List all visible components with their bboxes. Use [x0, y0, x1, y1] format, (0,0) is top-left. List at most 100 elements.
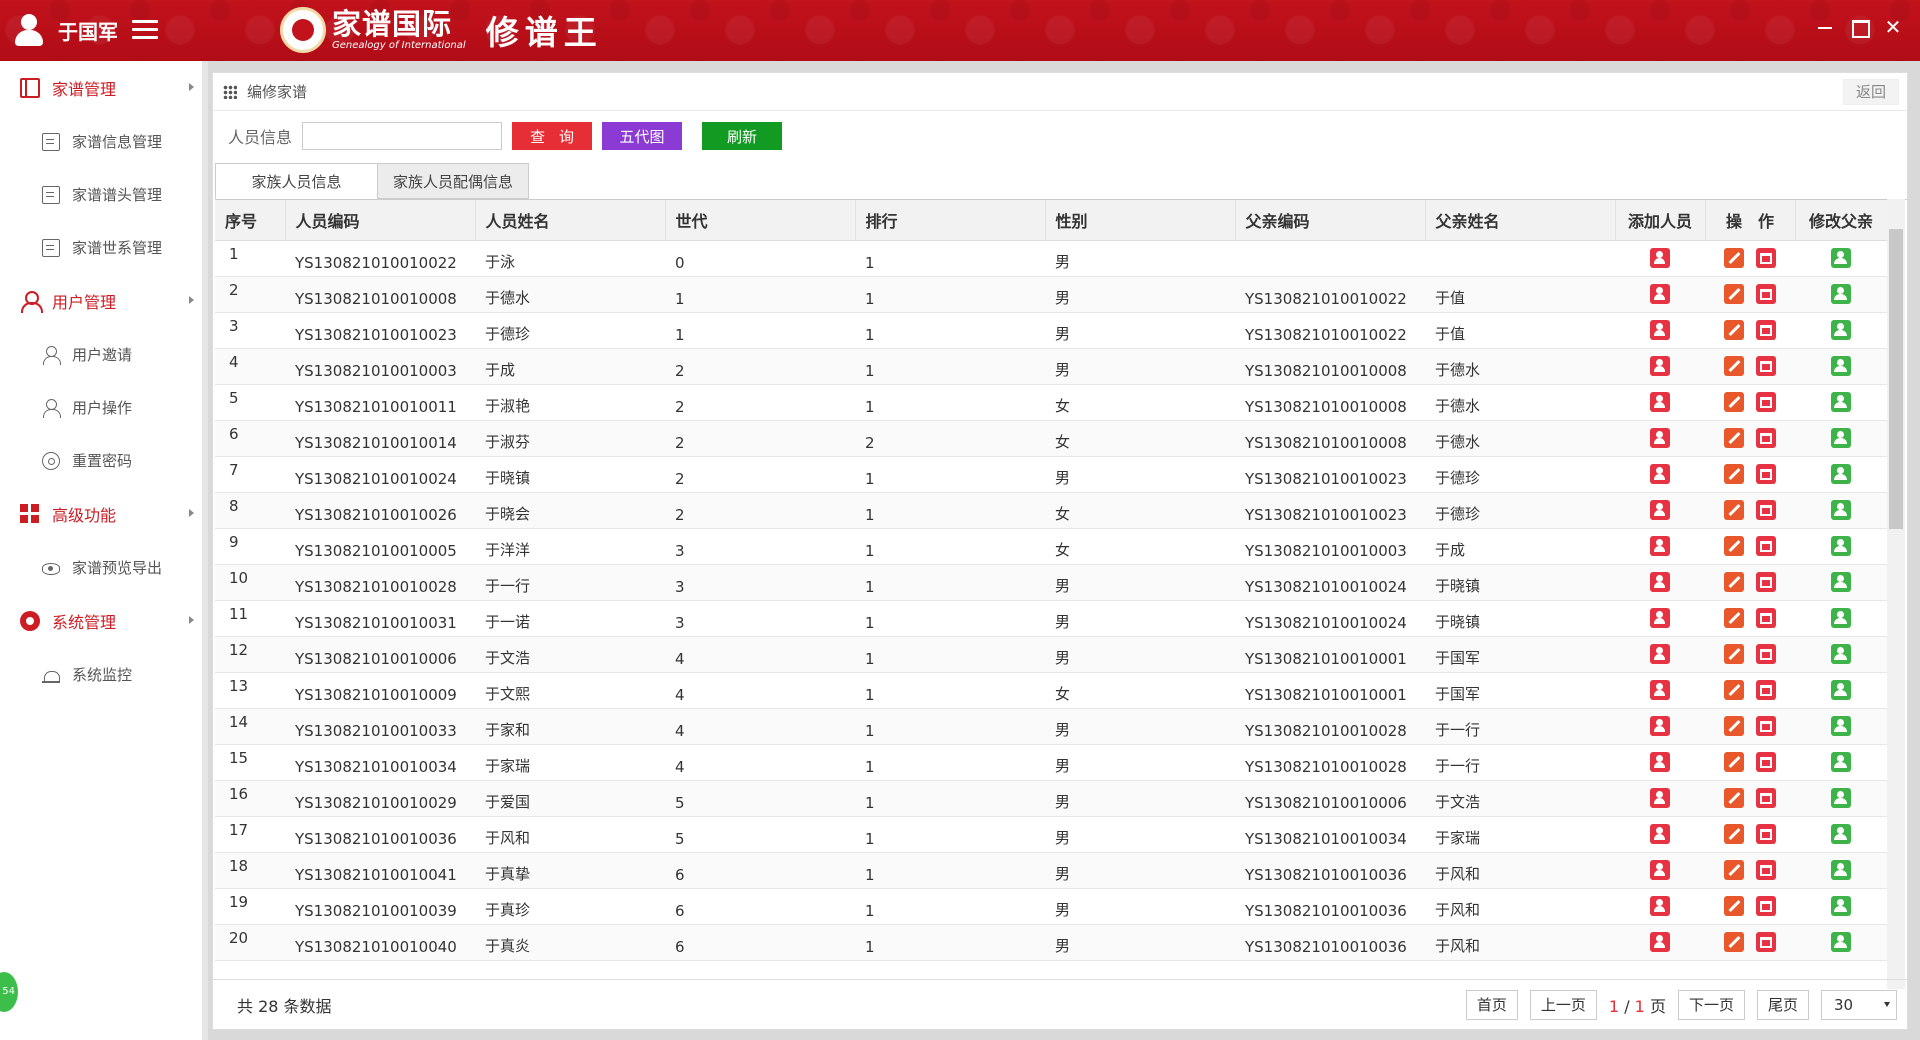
modify-father-icon[interactable] — [1831, 464, 1851, 484]
edit-icon[interactable] — [1724, 356, 1744, 376]
edit-icon[interactable] — [1724, 752, 1744, 772]
table-row[interactable]: 4 YS130821010010003 于成 2 1 男 YS130821010010008… — [215, 348, 1887, 384]
modify-father-icon[interactable] — [1831, 788, 1851, 808]
add-member-icon[interactable] — [1650, 716, 1670, 736]
modify-father-icon[interactable] — [1831, 860, 1851, 880]
edit-icon[interactable] — [1724, 464, 1744, 484]
delete-icon[interactable] — [1756, 428, 1776, 448]
delete-icon[interactable] — [1756, 896, 1776, 916]
add-member-icon[interactable] — [1650, 428, 1670, 448]
sidebar-scrollbar[interactable] — [202, 61, 208, 1040]
edit-icon[interactable] — [1724, 320, 1744, 340]
scrollbar-thumb[interactable] — [1889, 229, 1903, 529]
add-member-icon[interactable] — [1650, 788, 1670, 808]
hamburger-menu-icon[interactable] — [132, 20, 158, 40]
modify-father-icon[interactable] — [1831, 500, 1851, 520]
edit-icon[interactable] — [1724, 716, 1744, 736]
add-member-icon[interactable] — [1650, 356, 1670, 376]
table-row[interactable]: 13 YS130821010010009 于文熙 4 1 女 YS1308210100100… — [215, 672, 1887, 708]
table-row[interactable]: 8 YS130821010010026 于晓会 2 1 女 YS13082101001002… — [215, 492, 1887, 528]
add-member-icon[interactable] — [1650, 320, 1670, 340]
add-member-icon[interactable] — [1650, 644, 1670, 664]
modify-father-icon[interactable] — [1831, 608, 1851, 628]
sidebar-item-user-operation[interactable]: 用户操作 — [0, 381, 202, 434]
modify-father-icon[interactable] — [1831, 680, 1851, 700]
table-row[interactable]: 1 YS130821010010022 于泳 0 1 男 — [215, 240, 1887, 276]
page-size-select[interactable]: 30 — [1821, 989, 1897, 1020]
sidebar-group-system[interactable]: 系统管理 — [0, 594, 202, 648]
sidebar-item-reset-password[interactable]: 重置密码 — [0, 434, 202, 487]
delete-icon[interactable] — [1756, 824, 1776, 844]
add-member-icon[interactable] — [1650, 896, 1670, 916]
add-member-icon[interactable] — [1650, 572, 1670, 592]
table-row[interactable]: 17 YS130821010010036 于风和 5 1 男 YS1308210100100… — [215, 816, 1887, 852]
table-scrollbar[interactable] — [1887, 199, 1905, 989]
edit-icon[interactable] — [1724, 860, 1744, 880]
sidebar-group-users[interactable]: 用户管理 — [0, 274, 202, 328]
table-row[interactable]: 18 YS130821010010041 于真挚 6 1 男 YS1308210100100… — [215, 852, 1887, 888]
five-generation-chart-button[interactable]: 五代图 — [602, 122, 683, 150]
last-page-button[interactable]: 尾页 — [1756, 989, 1809, 1020]
delete-icon[interactable] — [1756, 752, 1776, 772]
edit-icon[interactable] — [1724, 788, 1744, 808]
table-row[interactable]: 5 YS130821010010011 于淑艳 2 1 女 YS13082101001000… — [215, 384, 1887, 420]
table-row[interactable]: 2 YS130821010010008 于德水 1 1 男 YS13082101001002… — [215, 276, 1887, 312]
modify-father-icon[interactable] — [1831, 428, 1851, 448]
add-member-icon[interactable] — [1650, 248, 1670, 268]
edit-icon[interactable] — [1724, 500, 1744, 520]
next-page-button[interactable]: 下一页 — [1677, 989, 1745, 1020]
modify-father-icon[interactable] — [1831, 248, 1851, 268]
delete-icon[interactable] — [1756, 572, 1776, 592]
edit-icon[interactable] — [1724, 536, 1744, 556]
sidebar-item-genealogy-info[interactable]: 家谱信息管理 — [0, 115, 202, 168]
table-row[interactable]: 20 YS130821010010040 于真炎 6 1 男 YS1308210100100… — [215, 924, 1887, 960]
modify-father-icon[interactable] — [1831, 896, 1851, 916]
edit-icon[interactable] — [1724, 824, 1744, 844]
table-row[interactable]: 15 YS130821010010034 于家瑞 4 1 男 YS1308210100100… — [215, 744, 1887, 780]
add-member-icon[interactable] — [1650, 824, 1670, 844]
tab-family-members[interactable]: 家族人员信息 — [215, 163, 378, 199]
add-member-icon[interactable] — [1650, 932, 1670, 952]
modify-father-icon[interactable] — [1831, 932, 1851, 952]
table-row[interactable]: 9 YS130821010010005 于洋洋 3 1 女 YS13082101001000… — [215, 528, 1887, 564]
add-member-icon[interactable] — [1650, 284, 1670, 304]
delete-icon[interactable] — [1756, 500, 1776, 520]
tab-family-spouses[interactable]: 家族人员配偶信息 — [377, 163, 530, 199]
modify-father-icon[interactable] — [1831, 752, 1851, 772]
delete-icon[interactable] — [1756, 248, 1776, 268]
table-row[interactable]: 19 YS130821010010039 于真珍 6 1 男 YS1308210100100… — [215, 888, 1887, 924]
avatar[interactable] — [14, 12, 44, 48]
table-row[interactable]: 6 YS130821010010014 于淑芬 2 2 女 YS13082101001000… — [215, 420, 1887, 456]
edit-icon[interactable] — [1724, 680, 1744, 700]
delete-icon[interactable] — [1756, 536, 1776, 556]
add-member-icon[interactable] — [1650, 500, 1670, 520]
edit-icon[interactable] — [1724, 572, 1744, 592]
modify-father-icon[interactable] — [1831, 284, 1851, 304]
delete-icon[interactable] — [1756, 860, 1776, 880]
delete-icon[interactable] — [1756, 320, 1776, 340]
modify-father-icon[interactable] — [1831, 356, 1851, 376]
modify-father-icon[interactable] — [1831, 392, 1851, 412]
modify-father-icon[interactable] — [1831, 716, 1851, 736]
modify-father-icon[interactable] — [1831, 320, 1851, 340]
sidebar-group-genealogy[interactable]: 家谱管理 — [0, 61, 202, 115]
delete-icon[interactable] — [1756, 608, 1776, 628]
delete-icon[interactable] — [1756, 788, 1776, 808]
edit-icon[interactable] — [1724, 932, 1744, 952]
table-row[interactable]: 7 YS130821010010024 于晓镇 2 1 男 YS13082101001002… — [215, 456, 1887, 492]
query-button[interactable]: 查询 — [512, 122, 593, 150]
minimize-icon[interactable] — [1816, 18, 1834, 36]
delete-icon[interactable] — [1756, 284, 1776, 304]
table-row[interactable]: 10 YS130821010010028 于一行 3 1 男 YS1308210100100… — [215, 564, 1887, 600]
refresh-button[interactable]: 刷新 — [702, 122, 783, 150]
modify-father-icon[interactable] — [1831, 824, 1851, 844]
prev-page-button[interactable]: 上一页 — [1529, 989, 1597, 1020]
add-member-icon[interactable] — [1650, 392, 1670, 412]
table-row[interactable]: 16 YS130821010010029 于爱国 5 1 男 YS1308210100100… — [215, 780, 1887, 816]
sidebar-item-system-monitor[interactable]: 系统监控 — [0, 648, 202, 701]
modify-father-icon[interactable] — [1831, 572, 1851, 592]
table-row[interactable]: 11 YS130821010010031 于一诺 3 1 男 YS1308210100100… — [215, 600, 1887, 636]
sidebar-item-genealogy-lineage[interactable]: 家谱世系管理 — [0, 221, 202, 274]
sidebar-group-advanced[interactable]: 高级功能 — [0, 487, 202, 541]
table-row[interactable]: 14 YS130821010010033 于家和 4 1 男 YS1308210100100… — [215, 708, 1887, 744]
